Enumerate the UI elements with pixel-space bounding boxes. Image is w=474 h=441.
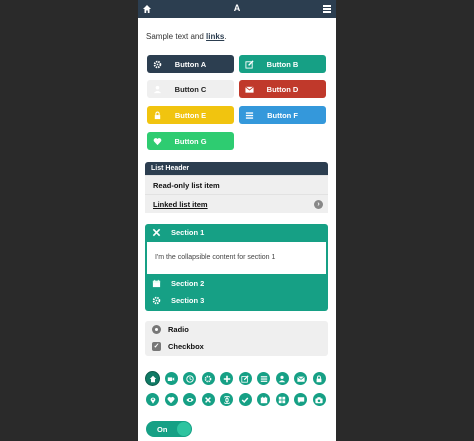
- button-a[interactable]: Button A: [147, 55, 234, 73]
- listview: List Header Read-only list item Linked l…: [145, 162, 328, 213]
- button-c[interactable]: Button C: [147, 80, 234, 98]
- list-item-label: Linked list item: [153, 200, 208, 209]
- home-icon[interactable]: [146, 372, 159, 385]
- chevron-right-icon: ›: [314, 200, 323, 209]
- section-3-label: Section 3: [171, 296, 205, 305]
- top-bar: A: [138, 0, 336, 18]
- location-icon[interactable]: [146, 393, 159, 406]
- checkbox[interactable]: ✓: [152, 342, 161, 351]
- radio-label: Radio: [168, 325, 189, 334]
- calendar-icon: [152, 279, 161, 288]
- eye-icon[interactable]: [183, 393, 197, 406]
- list-item-linked[interactable]: Linked list item ›: [145, 194, 328, 213]
- toggle-knob[interactable]: [177, 422, 191, 436]
- sample-text: Sample text and links.: [146, 32, 227, 41]
- plus-icon[interactable]: [220, 372, 234, 385]
- checkbox-row[interactable]: ✓ Checkbox: [145, 338, 328, 355]
- button-d-label: Button D: [266, 84, 299, 94]
- icon-row-2: [146, 393, 326, 406]
- lock-icon: [152, 110, 162, 120]
- hamburger-icon[interactable]: [323, 5, 331, 13]
- list-item-readonly: Read-only list item: [145, 175, 328, 194]
- button-g-label: Button G: [174, 136, 207, 146]
- sample-link[interactable]: links: [206, 32, 224, 41]
- button-c-label: Button C: [174, 84, 207, 94]
- toggle-label: On: [157, 425, 168, 434]
- radio-button[interactable]: [152, 325, 161, 334]
- section-1-header[interactable]: Section 1: [145, 224, 328, 241]
- section-1-label: Section 1: [171, 228, 205, 237]
- mail-icon: [244, 84, 254, 94]
- button-b[interactable]: Button B: [239, 55, 326, 73]
- video-icon[interactable]: [164, 372, 178, 385]
- edit-icon: [244, 59, 254, 69]
- collapsible-set: Section 1 I'm the collapsible content fo…: [145, 224, 328, 311]
- button-g[interactable]: Button G: [147, 132, 234, 150]
- check-icon[interactable]: [238, 393, 252, 406]
- mail-icon[interactable]: [294, 372, 308, 385]
- calendar-icon[interactable]: [257, 393, 271, 406]
- flip-toggle[interactable]: On: [146, 421, 192, 437]
- button-a-label: Button A: [174, 59, 207, 69]
- section-1-content: I'm the collapsible content for section …: [146, 241, 327, 275]
- heart-icon: [152, 136, 162, 146]
- clock-icon[interactable]: [183, 372, 197, 385]
- radio-row[interactable]: Radio: [145, 321, 328, 338]
- user-icon[interactable]: [275, 372, 289, 385]
- sample-text-suffix: .: [224, 32, 227, 41]
- button-d[interactable]: Button D: [239, 80, 326, 98]
- comment-icon[interactable]: [294, 393, 308, 406]
- user-icon: [152, 84, 162, 94]
- button-b-label: Button B: [266, 59, 299, 69]
- grid-icon[interactable]: [275, 393, 289, 406]
- list-icon: [244, 110, 254, 120]
- page-title: A: [233, 3, 241, 13]
- sample-text-body: Sample text and: [146, 32, 207, 41]
- edit-icon[interactable]: [238, 372, 252, 385]
- section-3-header[interactable]: Section 3: [145, 292, 328, 311]
- list-header: List Header: [145, 162, 328, 175]
- section-2-header[interactable]: Section 2: [145, 275, 328, 292]
- camera-icon[interactable]: [312, 393, 326, 406]
- gear-icon[interactable]: [201, 372, 215, 385]
- app-screen: A Sample text and links. Button A Button…: [138, 0, 336, 441]
- button-f-label: Button F: [267, 110, 298, 120]
- command-icon[interactable]: [220, 393, 234, 406]
- button-e[interactable]: Button E: [147, 106, 234, 124]
- gear-icon: [152, 59, 162, 69]
- form-controls: Radio ✓ Checkbox: [145, 321, 328, 356]
- checkbox-label: Checkbox: [168, 342, 204, 351]
- gear-icon: [152, 296, 161, 305]
- button-f[interactable]: Button F: [239, 106, 326, 124]
- heart-icon[interactable]: [164, 393, 178, 406]
- lock-icon[interactable]: [312, 372, 326, 385]
- close-icon: [152, 228, 161, 237]
- button-e-label: Button E: [174, 110, 207, 120]
- close-icon[interactable]: [201, 393, 215, 406]
- list-item-label: Read-only list item: [153, 181, 220, 190]
- icon-row-1: [146, 372, 326, 385]
- section-2-label: Section 2: [171, 279, 205, 288]
- list-icon[interactable]: [257, 372, 271, 385]
